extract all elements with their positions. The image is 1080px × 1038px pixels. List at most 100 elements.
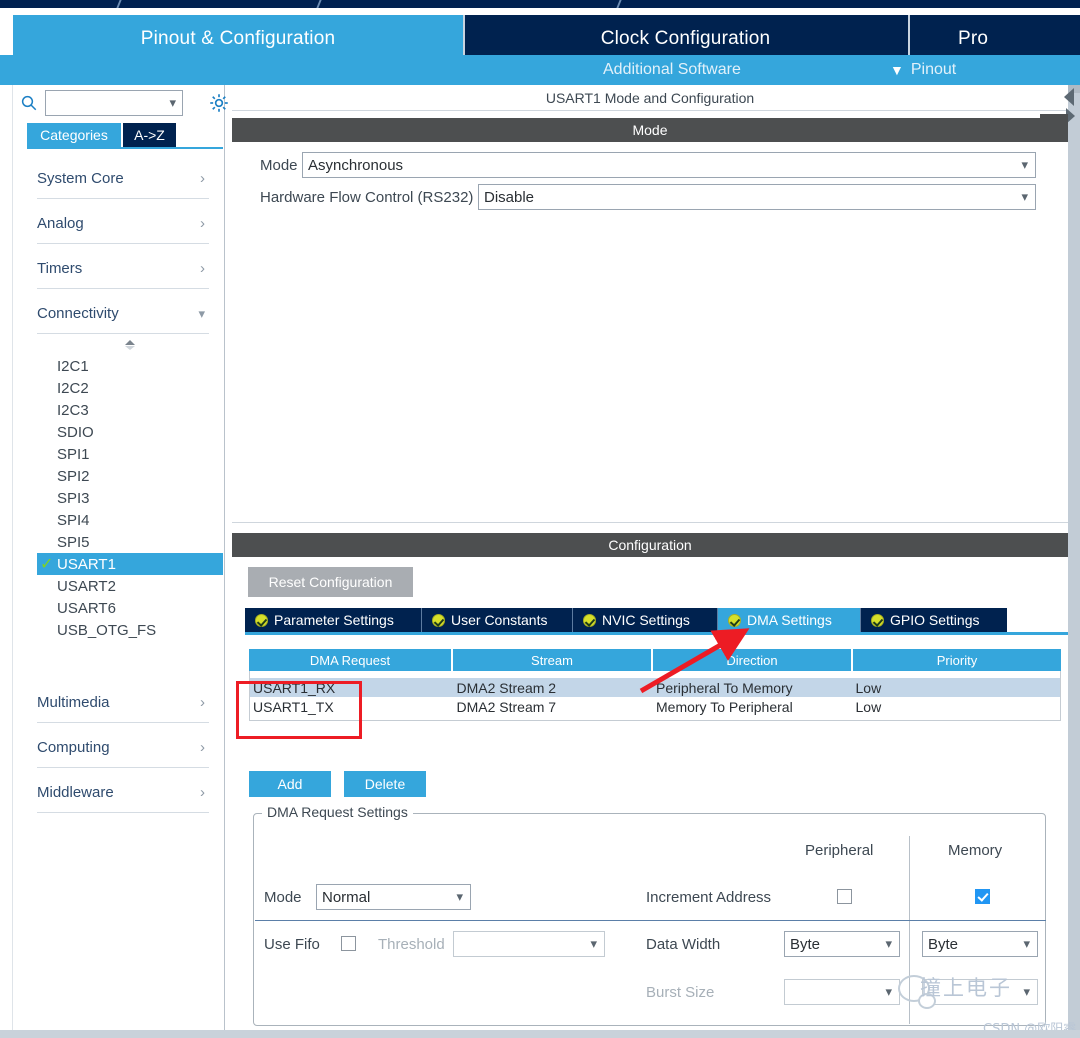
segment-underline: [27, 147, 223, 149]
peripheral-item-usart1-label: USART1: [57, 555, 116, 573]
chevron-down-icon: ▾: [198, 305, 205, 321]
sidebar-item-analog[interactable]: Analog ›: [37, 204, 209, 244]
sidebar-item-computing[interactable]: Computing ›: [37, 728, 209, 768]
chevron-down-icon: ▼: [890, 62, 904, 78]
use-fifo-checkbox[interactable]: [341, 936, 356, 951]
mode-select[interactable]: Asynchronous ▾: [302, 152, 1036, 178]
additional-software-button[interactable]: Additional Software: [603, 55, 741, 85]
column-header-direction[interactable]: Direction: [653, 649, 853, 671]
peripheral-item-spi1[interactable]: SPI1: [51, 443, 211, 465]
pinout-dropdown[interactable]: ▼ Pinout: [890, 55, 956, 85]
peripheral-item-usb-otg-fs[interactable]: USB_OTG_FS: [51, 619, 211, 641]
sidebar-item-system-core[interactable]: System Core ›: [37, 159, 209, 199]
data-width-peripheral-select[interactable]: Byte ▾: [784, 931, 900, 957]
increment-address-peripheral-checkbox[interactable]: [837, 889, 852, 904]
sidebar-item-connectivity[interactable]: Connectivity ▾: [37, 294, 209, 334]
tab-categories-label: Categories: [40, 127, 108, 143]
dma-mode-select[interactable]: Normal ▾: [316, 884, 471, 910]
peripheral-item-usart1[interactable]: ✓ USART1: [37, 553, 223, 575]
sidebar-item-timers[interactable]: Timers ›: [37, 249, 209, 289]
mode-label: Mode: [264, 889, 302, 906]
tab-a-to-z[interactable]: A->Z: [123, 123, 176, 147]
hardware-flow-control-row: Hardware Flow Control (RS232) Disable ▾: [232, 184, 1068, 210]
peripheral-item-spi4[interactable]: SPI4: [51, 509, 211, 531]
hardware-flow-control-select[interactable]: Disable ▾: [478, 184, 1036, 210]
peripheral-item-i2c3[interactable]: I2C3: [51, 399, 211, 421]
chevron-right-icon: ›: [200, 170, 205, 187]
add-button[interactable]: Add: [249, 771, 331, 797]
vertical-scrollbar[interactable]: [1068, 85, 1080, 1030]
tab-parameter-settings[interactable]: Parameter Settings: [245, 608, 422, 632]
peripheral-item-spi3[interactable]: SPI3: [51, 487, 211, 509]
peripheral-item-sdio[interactable]: SDIO: [51, 421, 211, 443]
column-header-priority[interactable]: Priority: [853, 649, 1061, 671]
panel-handle[interactable]: [1040, 114, 1068, 134]
secondary-bar: Additional Software ▼ Pinout: [0, 55, 1080, 85]
dma-request-settings-legend: DMA Request Settings: [262, 804, 413, 820]
tab-gpio-settings[interactable]: GPIO Settings: [861, 608, 1007, 632]
configuration-tab-underline: [245, 632, 1075, 635]
reset-configuration-label: Reset Configuration: [268, 574, 393, 590]
search-input[interactable]: ▾: [45, 90, 183, 116]
increment-address-memory-checkbox[interactable]: [975, 889, 990, 904]
dma-request-table: DMA Request Stream Direction Priority US…: [249, 649, 1061, 721]
tab-gpio-settings-label: GPIO Settings: [890, 612, 980, 628]
peripheral-item-usart2[interactable]: USART2: [51, 575, 211, 597]
column-header-dma-request[interactable]: DMA Request: [249, 649, 453, 671]
mode-select-value: Asynchronous: [308, 156, 404, 174]
cell-priority: Low: [855, 698, 882, 715]
threshold-label: Threshold: [378, 936, 445, 953]
collapse-panel-icon[interactable]: [1064, 88, 1074, 106]
column-header-stream[interactable]: Stream: [453, 649, 653, 671]
gear-icon[interactable]: [209, 93, 229, 113]
peripheral-item-spi2[interactable]: SPI2: [51, 465, 211, 487]
configuration-section-header-label: Configuration: [608, 537, 692, 553]
peripheral-item-spi5[interactable]: SPI5: [51, 531, 211, 553]
status-ok-icon: [871, 613, 884, 627]
burst-size-peripheral-select[interactable]: ▾: [784, 979, 900, 1005]
status-ok-icon: [432, 613, 445, 627]
sidebar-item-computing-label: Computing: [37, 739, 110, 756]
table-row[interactable]: USART1_RX DMA2 Stream 2 Peripheral To Me…: [250, 678, 1060, 697]
chevron-down-icon: ▾: [456, 889, 463, 904]
scroll-up-icon: [125, 340, 135, 350]
mode-section-header-label: Mode: [632, 122, 668, 138]
sidebar-item-middleware[interactable]: Middleware ›: [37, 773, 209, 813]
mode-field-row: Mode Asynchronous ▾: [232, 152, 1068, 178]
sidebar-item-analog-label: Analog: [37, 215, 84, 232]
sidebar-item-multimedia[interactable]: Multimedia ›: [37, 683, 209, 723]
dma-mode-select-value: Normal: [322, 888, 371, 906]
peripheral-item-i2c1[interactable]: I2C1: [51, 355, 211, 377]
peripheral-item-spi1-label: SPI1: [57, 445, 90, 463]
cell-priority: Low: [855, 679, 882, 696]
reset-configuration-button[interactable]: Reset Configuration: [248, 567, 413, 597]
chevron-down-icon: ▾: [1021, 189, 1028, 204]
chevron-down-icon: ▾: [169, 95, 176, 110]
tab-categories[interactable]: Categories: [27, 123, 121, 147]
cropped-toolbar-strip: [0, 0, 1080, 8]
tab-user-constants[interactable]: User Constants: [422, 608, 573, 632]
tab-dma-settings[interactable]: DMA Settings: [718, 608, 861, 632]
add-button-label: Add: [277, 776, 303, 792]
cell-dma-request: USART1_RX: [253, 679, 336, 696]
data-width-memory-select[interactable]: Byte ▾: [922, 931, 1038, 957]
threshold-select[interactable]: ▾: [453, 931, 605, 957]
peripheral-item-i2c2[interactable]: I2C2: [51, 377, 211, 399]
column-header-priority-label: Priority: [936, 652, 978, 668]
status-ok-icon: [728, 613, 741, 627]
configuration-section-header: Configuration: [232, 533, 1068, 557]
chevron-down-icon: ▾: [1021, 157, 1028, 172]
chevron-right-icon: ›: [200, 260, 205, 277]
tab-nvic-settings[interactable]: NVIC Settings: [573, 608, 718, 632]
table-row[interactable]: USART1_TX DMA2 Stream 7 Memory To Periph…: [250, 697, 1060, 716]
peripheral-list-scroll-up[interactable]: [37, 337, 223, 353]
peripheral-item-spi2-label: SPI2: [57, 467, 90, 485]
mode-field-label: Mode: [260, 157, 298, 174]
column-header-peripheral: Peripheral: [805, 842, 874, 859]
peripheral-item-spi4-label: SPI4: [57, 511, 90, 529]
additional-software-label: Additional Software: [603, 61, 741, 78]
peripheral-item-usart6[interactable]: USART6: [51, 597, 211, 619]
window-bottom-edge: [0, 1030, 1080, 1038]
sidebar-item-timers-label: Timers: [37, 260, 83, 277]
delete-button[interactable]: Delete: [344, 771, 426, 797]
